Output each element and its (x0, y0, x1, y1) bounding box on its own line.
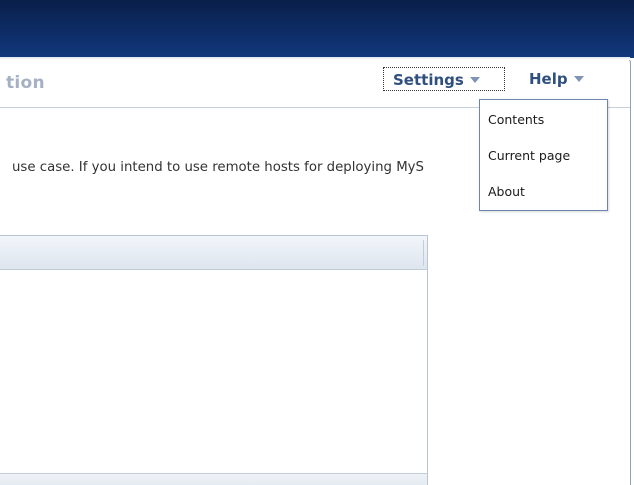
hosts-table (0, 235, 428, 485)
menu-item-about[interactable]: About (480, 177, 607, 207)
menu-item-current-page[interactable]: Current page (480, 141, 607, 171)
app-window: tion Settings Help use case. If you inte… (0, 0, 634, 485)
description-text: use case. If you intend to use remote ho… (12, 160, 424, 175)
settings-menu-label: Settings (393, 71, 464, 89)
chevron-down-icon (573, 75, 584, 82)
table-body (0, 270, 427, 473)
table-header (0, 236, 427, 270)
table-footer (0, 473, 427, 485)
help-menu-label: Help (529, 70, 568, 88)
column-separator[interactable] (423, 240, 424, 266)
top-banner (0, 0, 634, 58)
chevron-down-icon (469, 76, 480, 83)
page-title: tion (6, 73, 45, 93)
settings-menu-button[interactable]: Settings (383, 67, 505, 91)
help-dropdown-menu: Contents Current page About (479, 99, 608, 211)
menu-item-contents[interactable]: Contents (480, 105, 607, 135)
help-menu-button[interactable]: Help (528, 67, 608, 91)
